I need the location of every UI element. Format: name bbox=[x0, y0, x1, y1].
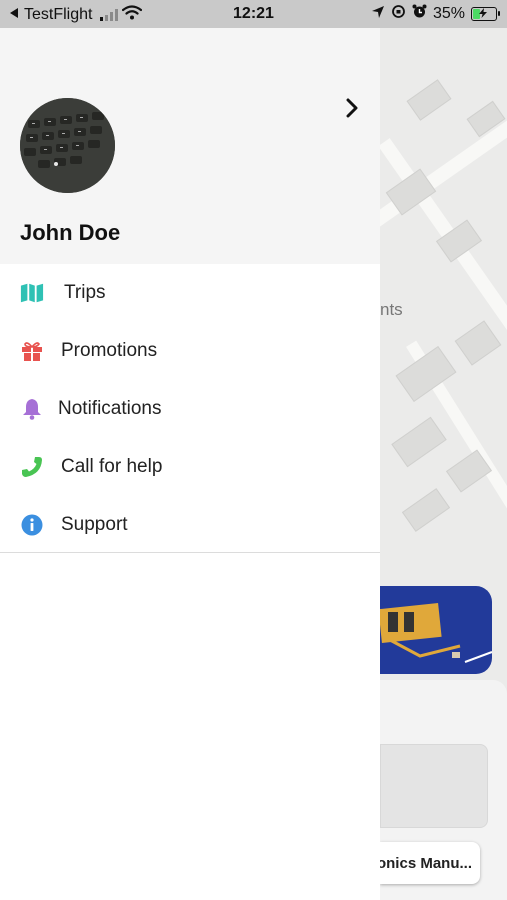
screen-rotation-lock-icon bbox=[391, 4, 406, 24]
promo-banner-image[interactable] bbox=[380, 586, 492, 674]
user-name: John Doe bbox=[20, 220, 121, 245]
menu-item-label: Promotions bbox=[61, 340, 158, 361]
menu-item-promotions[interactable]: Promotions bbox=[0, 322, 380, 380]
menu-divider bbox=[0, 552, 380, 553]
status-bar: TestFlight 12:21 35% bbox=[0, 0, 507, 28]
menu-item-label: Call for help bbox=[61, 456, 163, 477]
menu-item-label: Support bbox=[61, 514, 128, 535]
bell-icon bbox=[20, 397, 44, 421]
info-icon bbox=[20, 513, 44, 537]
menu-item-trips[interactable]: Trips bbox=[0, 264, 380, 322]
menu-item-call-for-help[interactable]: Call for help bbox=[0, 438, 380, 496]
bottom-sheet-card bbox=[380, 744, 488, 828]
drawer-header: John Doe bbox=[0, 28, 380, 264]
menu-item-label: Notifications bbox=[58, 398, 162, 419]
bottom-sheet-button[interactable]: onics Manu... bbox=[380, 842, 480, 884]
map-icon bbox=[20, 281, 44, 305]
menu-item-support[interactable]: Support bbox=[0, 496, 380, 554]
menu-item-notifications[interactable]: Notifications bbox=[0, 380, 380, 438]
chevron-right-icon[interactable] bbox=[340, 96, 364, 120]
map-place-label: nts bbox=[380, 300, 403, 319]
side-drawer: John Doe Trips Promotions Notifications … bbox=[0, 28, 380, 900]
battery-charging-icon bbox=[471, 7, 500, 21]
gift-icon bbox=[20, 339, 44, 363]
status-bar-right: 35% bbox=[371, 4, 500, 24]
phone-icon bbox=[20, 455, 44, 479]
alarm-icon bbox=[412, 4, 427, 24]
avatar[interactable] bbox=[20, 98, 115, 193]
menu-item-label: Trips bbox=[64, 282, 106, 303]
battery-percent: 35% bbox=[432, 5, 465, 22]
drawer-menu: Trips Promotions Notifications Call for … bbox=[0, 264, 380, 554]
location-icon bbox=[371, 5, 385, 24]
